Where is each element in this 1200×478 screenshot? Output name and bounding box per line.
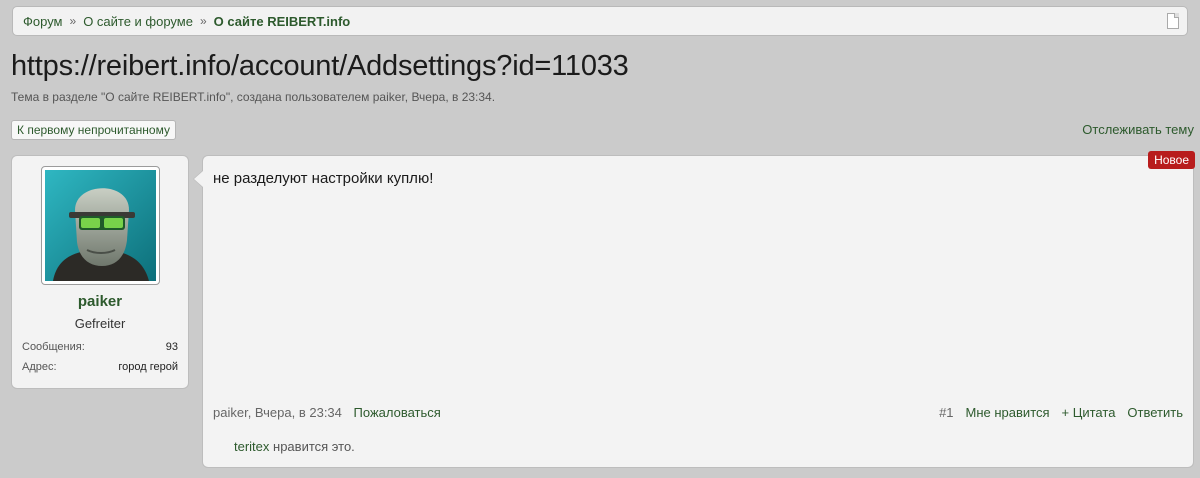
stat-messages: Сообщения: 93 [22,341,178,353]
post-message: Новое не разделуют настройки куплю! paik… [193,151,1195,468]
breadcrumb-current-section[interactable]: О сайте REIBERT.info [214,14,351,29]
breadcrumb-separator: » [199,14,207,28]
post-author-date[interactable]: paiker, Вчера, в 23:34 [213,405,342,420]
post-meta: paiker, Вчера, в 23:34 Пожаловаться [213,405,441,420]
message-text: не разделуют настройки куплю! [213,170,434,187]
avatar-image [45,170,156,281]
breadcrumb-forum[interactable]: Форум [23,14,63,29]
liker-link[interactable]: teritex [234,439,269,454]
like-link[interactable]: Мне нравится [966,405,1050,420]
reply-link[interactable]: Ответить [1127,405,1183,420]
post-actions: #1 Мне нравится + Цитата Ответить [939,405,1183,420]
breadcrumb-about-site[interactable]: О сайте и форуме [83,14,193,29]
breadcrumb-separator: » [69,14,77,28]
watch-thread-link[interactable]: Отслеживать тему [1082,122,1194,137]
user-rank: Gefreiter [74,316,126,331]
user-info-card: paiker Gefreiter Сообщения: 93 Адрес: го… [11,155,189,389]
post-number[interactable]: #1 [939,405,953,420]
username-link[interactable]: paiker [12,293,188,310]
stat-messages-value: 93 [165,341,178,353]
page-title: https://reibert.info/account/Addsettings… [11,50,629,82]
new-badge: Новое [1148,151,1195,169]
likes-summary: teritex нравится это. [234,439,355,454]
likes-text: нравится это. [269,439,355,454]
first-unread-button[interactable]: К первому непрочитанному [11,120,176,140]
avatar[interactable] [41,166,160,285]
stat-address-value: город герой [118,361,178,373]
quote-link[interactable]: + Цитата [1062,405,1116,420]
breadcrumb: Форум » О сайте и форуме » О сайте REIBE… [12,6,1188,36]
message-pointer [193,170,203,188]
report-link[interactable]: Пожаловаться [354,405,441,420]
stat-address-label: Адрес: [22,361,57,373]
document-icon[interactable] [1167,13,1179,29]
stat-address: Адрес: город герой [22,361,178,373]
thread-subtitle: Тема в разделе "О сайте REIBERT.info", с… [11,90,496,104]
stat-messages-label: Сообщения: [22,341,85,353]
